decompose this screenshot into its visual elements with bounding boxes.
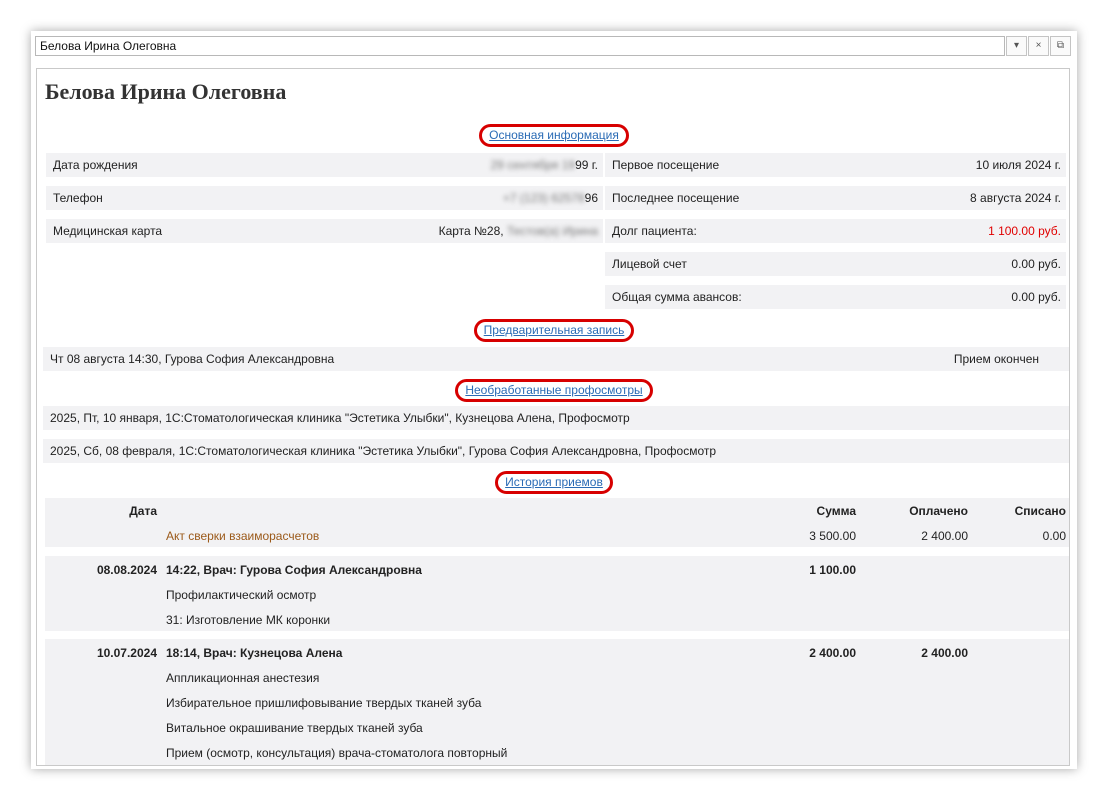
info-debt-row: Долг пациента: 1 100.00 руб. — [605, 219, 1066, 243]
reconciliation-sum: 3 500.00 — [809, 529, 856, 543]
info-last-visit-row: Последнее посещение 8 августа 2024 г. — [605, 186, 1066, 210]
patient-card: Белова Ирина Олеговна Основная информаци… — [36, 68, 1070, 766]
service-item: Прием (осмотр, консультация) врача-стома… — [166, 746, 508, 760]
dropdown-icon[interactable]: ▾ — [1006, 36, 1027, 56]
info-value: 29 сентября 1999 г. — [490, 158, 598, 172]
visit-sum: 2 400.00 — [809, 646, 856, 660]
info-label: Общая сумма авансов: — [612, 290, 742, 304]
info-value: 0.00 руб. — [1011, 257, 1061, 271]
info-label: Медицинская карта — [53, 224, 163, 238]
history-visit-row[interactable]: 10.07.2024 18:14, Врач: Кузнецова Алена … — [45, 639, 1069, 765]
info-value: +7 (123) 6257896 — [502, 191, 598, 205]
col-written-off-header: Списано — [1014, 504, 1066, 518]
checkup-text: 2025, Пт, 10 января, 1С:Стоматологическа… — [50, 411, 630, 425]
section-history: История приемов — [37, 471, 1069, 494]
appointment-text: Чт 08 августа 14:30, Гурова София Алекса… — [50, 352, 335, 366]
appointment-row[interactable]: Чт 08 августа 14:30, Гурова София Алекса… — [43, 347, 1069, 371]
info-label: Последнее посещение — [612, 191, 740, 205]
reconciliation-link[interactable]: Акт сверки взаиморасчетов — [166, 529, 319, 543]
info-value: 8 августа 2024 г. — [970, 191, 1061, 205]
info-label: Лицевой счет — [612, 257, 687, 271]
section-appointment: Предварительная запись — [37, 319, 1069, 342]
history-link[interactable]: История приемов — [495, 471, 613, 494]
window-titlebar: Белова Ирина Олеговна ▾ × ⧉ — [35, 36, 1071, 58]
col-sum-header: Сумма — [816, 504, 856, 518]
info-label: Дата рождения — [53, 158, 138, 172]
visit-title: 14:22, Врач: Гурова София Александровна — [166, 563, 422, 577]
info-label: Первое посещение — [612, 158, 720, 172]
appointment-status: Прием окончен — [953, 352, 1039, 366]
section-main-info: Основная информация — [37, 124, 1069, 147]
service-item: Профилактический осмотр — [166, 588, 317, 602]
checkups-link[interactable]: Необработанные профосмотры — [455, 379, 653, 402]
info-phone-row: Телефон +7 (123) 6257896 — [46, 186, 603, 210]
visit-sum: 1 100.00 — [809, 563, 856, 577]
info-value: 10 июля 2024 г. — [975, 158, 1061, 172]
service-item: Аппликационная анестезия — [166, 671, 320, 685]
info-label: Долг пациента: — [612, 224, 697, 238]
page-title: Белова Ирина Олеговна — [45, 79, 287, 104]
reconciliation-paid: 2 400.00 — [921, 529, 968, 543]
history-visit-row[interactable]: 08.08.2024 14:22, Врач: Гурова София Але… — [45, 556, 1069, 631]
main-info-link[interactable]: Основная информация — [479, 124, 629, 147]
checkup-text: 2025, Сб, 08 февраля, 1С:Стоматологическ… — [50, 444, 717, 458]
debt-value: 1 100.00 руб. — [988, 224, 1061, 238]
col-paid-header: Оплачено — [909, 504, 968, 518]
visit-date: 10.07.2024 — [96, 646, 157, 660]
close-icon[interactable]: × — [1028, 36, 1049, 56]
service-item: Витальное окрашивание твердых тканей зуб… — [166, 721, 423, 735]
visit-title: 18:14, Врач: Кузнецова Алена — [166, 646, 343, 660]
col-date-header: Дата — [129, 504, 157, 518]
visit-paid: 2 400.00 — [921, 646, 968, 660]
service-item: 31: Изготовление МК коронки — [166, 613, 331, 627]
appointment-link[interactable]: Предварительная запись — [473, 319, 635, 342]
info-advances-row: Общая сумма авансов: 0.00 руб. — [605, 285, 1066, 309]
info-birthdate-row: Дата рождения 29 сентября 1999 г. — [46, 153, 603, 177]
service-item: Избирательное пришлифовывание твердых тк… — [166, 696, 482, 710]
restore-window-icon[interactable]: ⧉ — [1050, 36, 1071, 56]
info-medcard-row: Медицинская карта Карта №28, Тестов(а) И… — [46, 219, 603, 243]
visit-date: 08.08.2024 — [96, 563, 157, 577]
window-title-field[interactable]: Белова Ирина Олеговна — [35, 36, 1005, 56]
info-account-row: Лицевой счет 0.00 руб. — [605, 252, 1066, 276]
info-first-visit-row: Первое посещение 10 июля 2024 г. — [605, 153, 1066, 177]
info-value: 0.00 руб. — [1011, 290, 1061, 304]
section-checkups: Необработанные профосмотры — [37, 379, 1069, 402]
checkup-row[interactable]: 2025, Сб, 08 февраля, 1С:Стоматологическ… — [43, 439, 1069, 463]
checkup-row[interactable]: 2025, Пт, 10 января, 1С:Стоматологическа… — [43, 406, 1069, 430]
reconciliation-written-off: 0.00 — [1042, 529, 1066, 543]
info-label: Телефон — [53, 191, 103, 205]
info-value: Карта №28, Тестов(а) Ирина — [438, 224, 598, 238]
history-header-block: Дата Сумма Оплачено Списано Акт сверки в… — [45, 498, 1069, 547]
